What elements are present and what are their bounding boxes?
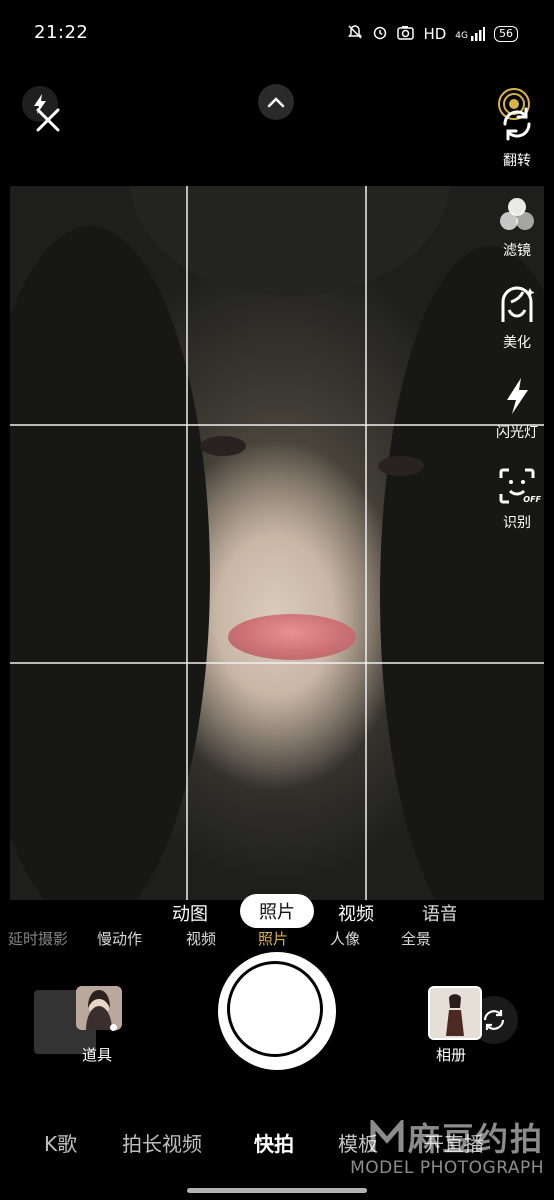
tool-filter-label: 滤镜 [503, 243, 531, 259]
status-time: 21:22 [34, 22, 89, 43]
face-recognition-icon: OFF [497, 466, 541, 506]
battery-indicator: 56 [494, 26, 518, 42]
grid-line-v2 [365, 186, 367, 900]
album-button[interactable] [428, 986, 482, 1040]
close-button[interactable] [28, 100, 68, 140]
tool-flash[interactable]: 闪光灯 [482, 376, 552, 442]
tool-recognition[interactable]: OFF 识别 [482, 466, 552, 532]
flip-camera-button[interactable]: 翻转 [482, 104, 552, 170]
preview-eye-left [200, 436, 246, 456]
sub-mode-photo-active[interactable]: 照片 [258, 928, 288, 949]
preview-shadow-left [10, 226, 210, 900]
tool-flash-label: 闪光灯 [496, 425, 538, 441]
nav-long-video[interactable]: 拍长视频 [122, 1128, 202, 1157]
tool-beauty-label: 美化 [503, 335, 531, 351]
preview-lips [228, 614, 356, 660]
signal-icon: 4G [455, 27, 485, 41]
album-label: 相册 [436, 1046, 467, 1064]
close-icon [36, 108, 60, 132]
nav-karaoke[interactable]: K歌 [44, 1128, 77, 1157]
camera-status-icon [397, 25, 415, 44]
flip-label: 翻转 [503, 153, 531, 169]
beauty-icon [501, 286, 535, 322]
recognition-off-badge: OFF [523, 495, 541, 504]
props-indicator-dot [110, 1024, 117, 1031]
chevron-up-icon [267, 97, 285, 108]
grid-line-h2 [10, 662, 544, 664]
alarm-icon [372, 24, 388, 44]
mode-photo-selected[interactable]: 照片 [240, 894, 314, 928]
mode-gif[interactable]: 动图 [172, 900, 208, 926]
sub-mode-slowmo[interactable]: 慢动作 [97, 928, 142, 949]
mode-video[interactable]: 视频 [338, 900, 374, 926]
preview-eye-right [378, 456, 424, 476]
nav-quick-shot-active[interactable]: 快拍 [254, 1128, 294, 1157]
network-type: 4G [455, 31, 468, 41]
filter-icon [500, 198, 534, 230]
shutter-button[interactable] [218, 952, 336, 1070]
flip-camera-icon [503, 107, 531, 141]
props-label: 道具 [82, 1046, 113, 1064]
hd-indicator: HD [423, 25, 447, 43]
tool-recognition-label: 识别 [503, 515, 531, 531]
expand-button[interactable] [258, 84, 294, 120]
grid-line-h1 [10, 424, 544, 426]
status-icons: HD 4G 56 [347, 24, 518, 44]
watermark-m-logo-icon [370, 1120, 404, 1152]
home-indicator[interactable] [187, 1188, 367, 1193]
watermark-en: MODEL PHOTOGRAPH [350, 1158, 544, 1178]
sub-mode-portrait[interactable]: 人像 [330, 928, 360, 949]
sub-mode-selector: 延时摄影 慢动作 视频 照片 人像 全景 [0, 928, 554, 954]
tool-beauty[interactable]: 美化 [482, 284, 552, 352]
watermark-logo-row: 麻豆约拍 [350, 1114, 544, 1160]
watermark-cn: 麻豆约拍 [407, 1120, 544, 1158]
shutter-inner-ring [227, 961, 323, 1057]
grid-line-v1 [186, 186, 188, 900]
camera-preview[interactable] [10, 186, 544, 900]
mode-photo-label: 照片 [259, 902, 295, 923]
watermark: 麻豆约拍 MODEL PHOTOGRAPH [350, 1114, 544, 1178]
preview-shadow-top [130, 186, 450, 296]
sub-mode-panorama[interactable]: 全景 [401, 928, 431, 949]
mode-voice[interactable]: 语音 [422, 900, 456, 926]
album-thumbnail-image [430, 988, 480, 1038]
sub-mode-video[interactable]: 视频 [186, 928, 216, 949]
tool-filter[interactable]: 滤镜 [482, 196, 552, 260]
mode-selector: 动图 照片 视频 语音 [0, 894, 554, 930]
flash-icon [507, 378, 528, 414]
sub-mode-timelapse[interactable]: 延时摄影 [0, 928, 68, 949]
mute-icon [347, 24, 363, 44]
rotate-camera-icon [483, 1010, 505, 1030]
